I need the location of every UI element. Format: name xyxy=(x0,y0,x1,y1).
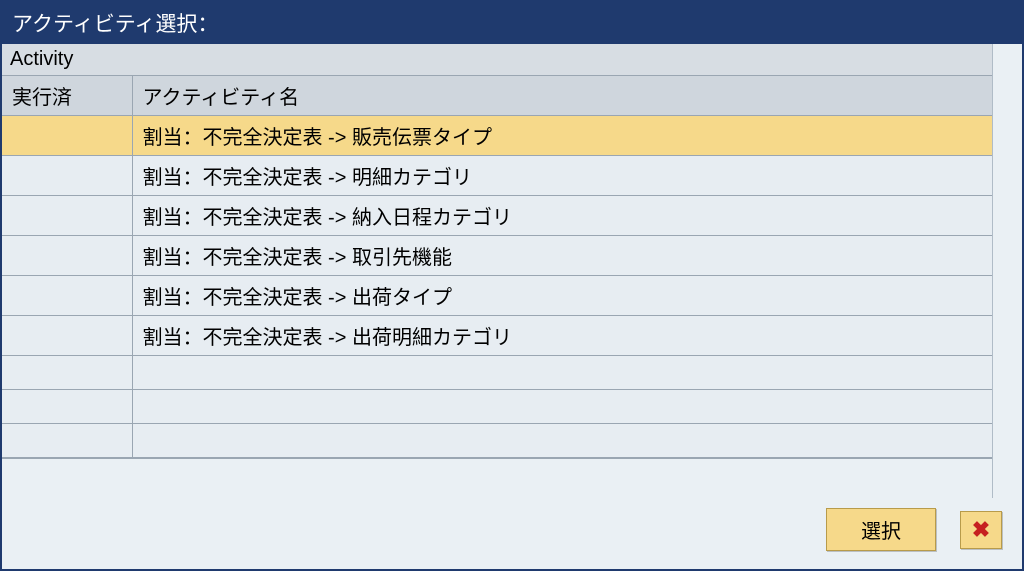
column-header-activity-name[interactable]: アクティビティ名 xyxy=(132,76,992,116)
cell-executed xyxy=(2,196,132,236)
cell-activity-name: 割当：不完全決定表 -> 明細カテゴリ xyxy=(132,156,992,196)
cell-executed xyxy=(2,356,132,390)
cell-executed xyxy=(2,390,132,424)
table-row[interactable]: 割当：不完全決定表 -> 納入日程カテゴリ xyxy=(2,196,992,236)
cell-executed xyxy=(2,236,132,276)
cell-executed xyxy=(2,316,132,356)
cell-executed xyxy=(2,156,132,196)
activity-selection-dialog: アクティビティ選択： Activity 実行済 アクティビティ名 割当：不完全決… xyxy=(0,0,1024,571)
column-header-executed[interactable]: 実行済 xyxy=(2,76,132,116)
close-icon: ✖ xyxy=(972,517,990,543)
table-row[interactable] xyxy=(2,424,992,458)
cell-activity-name xyxy=(132,356,992,390)
cell-executed xyxy=(2,116,132,156)
table-row[interactable] xyxy=(2,356,992,390)
button-bar: 選択 ✖ xyxy=(2,498,1022,569)
group-header-activity: Activity xyxy=(2,44,992,76)
table-row[interactable]: 割当：不完全決定表 -> 出荷明細カテゴリ xyxy=(2,316,992,356)
table-row[interactable]: 割当：不完全決定表 -> 出荷タイプ xyxy=(2,276,992,316)
dialog-title: アクティビティ選択： xyxy=(2,2,1022,44)
table-row[interactable]: 割当：不完全決定表 -> 明細カテゴリ xyxy=(2,156,992,196)
cell-activity-name: 割当：不完全決定表 -> 出荷明細カテゴリ xyxy=(132,316,992,356)
table-row[interactable] xyxy=(2,390,992,424)
cell-activity-name: 割当：不完全決定表 -> 出荷タイプ xyxy=(132,276,992,316)
close-button[interactable]: ✖ xyxy=(960,511,1002,549)
select-button[interactable]: 選択 xyxy=(826,508,936,551)
vertical-scrollbar[interactable] xyxy=(992,44,1022,498)
table-footer-spacer xyxy=(2,458,992,498)
cell-executed xyxy=(2,424,132,458)
cell-activity-name: 割当：不完全決定表 -> 販売伝票タイプ xyxy=(132,116,992,156)
table-row[interactable]: 割当：不完全決定表 -> 取引先機能 xyxy=(2,236,992,276)
activity-table: 実行済 アクティビティ名 割当：不完全決定表 -> 販売伝票タイプ割当：不完全決… xyxy=(2,76,992,458)
cell-executed xyxy=(2,276,132,316)
cell-activity-name xyxy=(132,390,992,424)
cell-activity-name: 割当：不完全決定表 -> 納入日程カテゴリ xyxy=(132,196,992,236)
cell-activity-name xyxy=(132,424,992,458)
cell-activity-name: 割当：不完全決定表 -> 取引先機能 xyxy=(132,236,992,276)
table-row[interactable]: 割当：不完全決定表 -> 販売伝票タイプ xyxy=(2,116,992,156)
